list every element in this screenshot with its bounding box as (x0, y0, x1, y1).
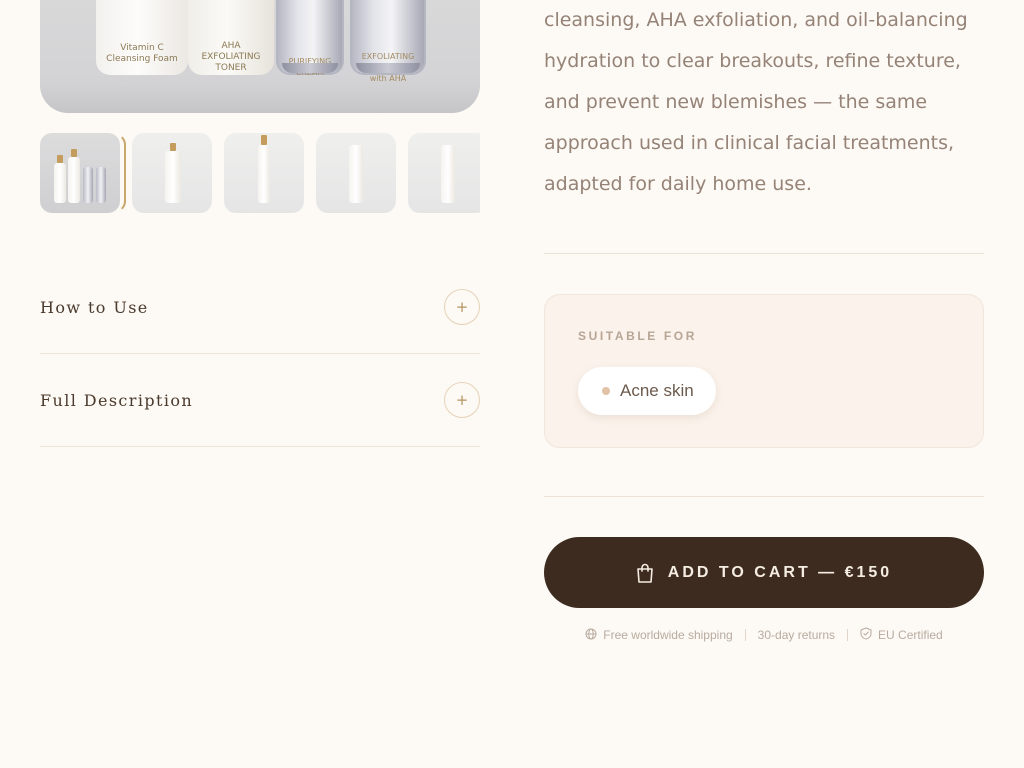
trust-shipping: Free worldwide shipping (585, 628, 733, 643)
thumbnail-4[interactable] (316, 133, 396, 213)
image-shadow (40, 83, 480, 113)
skin-type-chip[interactable]: Acne skin (578, 367, 716, 415)
trust-badges: Free worldwide shipping 30-day returns E… (544, 627, 984, 643)
trust-returns: 30-day returns (758, 628, 835, 642)
suitable-for-panel: SUITABLE FOR Acne skin (544, 294, 984, 448)
trust-label: EU Certified (878, 628, 943, 642)
shopping-bag-icon (636, 563, 654, 583)
bottle-label: EXFOLIATING CREAM with AHA (361, 52, 415, 83)
product-description: cleansing, AHA exfoliation, and oil-bala… (544, 9, 968, 195)
accordion-full-description[interactable]: Full Description + (40, 354, 480, 447)
chip-label: Acne skin (620, 381, 694, 400)
dot-icon (602, 387, 610, 395)
bottle-label: Vitamin C Cleansing Foam (106, 43, 178, 64)
globe-icon (585, 628, 597, 643)
trust-certified: EU Certified (860, 627, 943, 643)
suitable-for-heading: SUITABLE FOR (578, 329, 697, 343)
separator (847, 629, 849, 641)
accordion-title: Full Description (40, 390, 194, 410)
product-bottle-cleansing-foam: Vitamin C Cleansing Foam (96, 0, 188, 75)
plus-icon[interactable]: + (444, 382, 480, 418)
product-bottle-exfoliating-toner: AHA EXFOLIATING TONER (188, 0, 274, 75)
product-main-image: Vitamin C Cleansing Foam AHA EXFOLIATING… (40, 0, 480, 113)
accordion-title: How to Use (40, 297, 149, 317)
thumbnail-1[interactable] (40, 133, 120, 213)
thumbnail-2[interactable] (132, 133, 212, 213)
thumbnail-5[interactable] (408, 133, 480, 213)
product-jar-exfoliating-cream: EXFOLIATING CREAM with AHA (350, 0, 426, 83)
trust-label: Free worldwide shipping (603, 628, 733, 642)
thumbnail-strip (40, 133, 480, 213)
plus-icon[interactable]: + (444, 289, 480, 325)
bottle-label: AHA EXFOLIATING TONER (201, 41, 261, 73)
add-to-cart-button[interactable]: ADD TO CART — €150 (544, 537, 984, 608)
add-to-cart-label: ADD TO CART — €150 (667, 563, 893, 581)
thumbnail-3[interactable] (224, 133, 304, 213)
divider (544, 253, 984, 254)
divider (544, 496, 984, 497)
accordion-how-to-use[interactable]: How to Use + (40, 261, 480, 354)
separator (744, 629, 746, 641)
shield-check-icon (860, 627, 872, 643)
trust-label: 30-day returns (757, 628, 836, 642)
product-jar-purifying-cream: PURIFYING CREAM (276, 0, 344, 77)
bottle-label: PURIFYING CREAM (288, 57, 332, 77)
